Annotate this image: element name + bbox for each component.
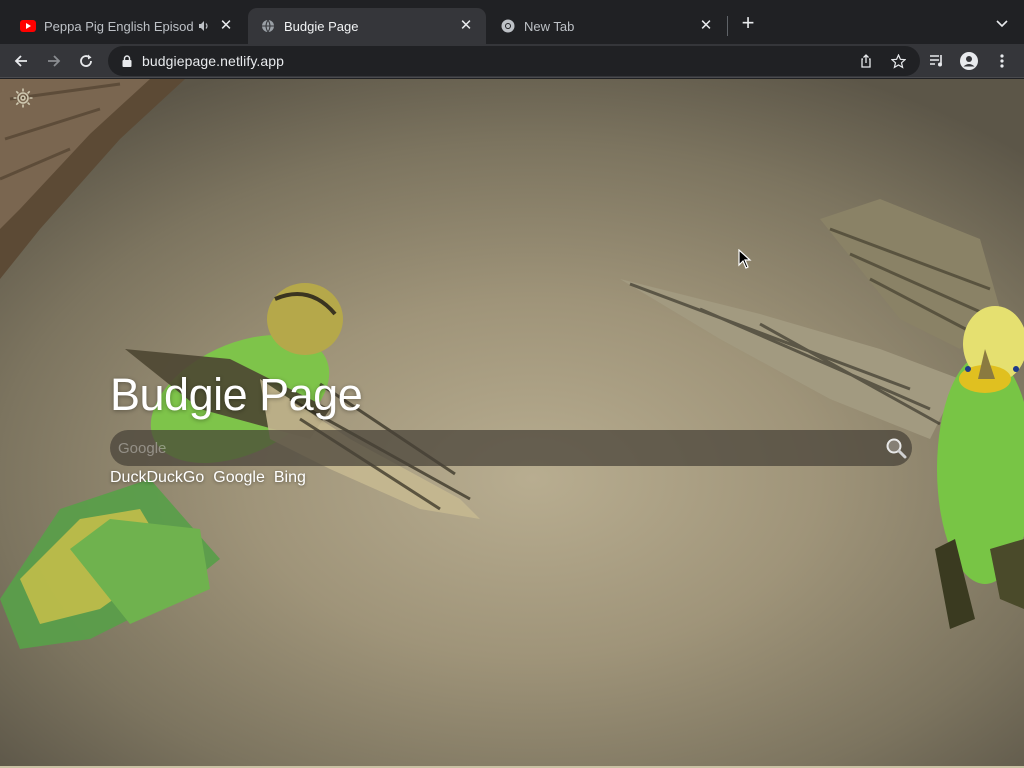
- url-text: budgiepage.netlify.app: [142, 53, 285, 69]
- tab-budgie-page[interactable]: Budgie Page ✕: [248, 8, 486, 44]
- lock-icon[interactable]: [120, 54, 134, 68]
- new-tab-button[interactable]: +: [736, 12, 760, 36]
- share-icon[interactable]: [854, 49, 878, 73]
- arrow-left-icon: [14, 55, 27, 67]
- tab-title: New Tab: [524, 18, 575, 34]
- tab-new-tab[interactable]: New Tab ✕: [488, 8, 726, 44]
- address-bar[interactable]: budgiepage.netlify.app: [108, 46, 920, 76]
- tab-peppa-pig[interactable]: Peppa Pig English Episodes ✕: [8, 8, 246, 44]
- search-box: [110, 430, 912, 466]
- back-button[interactable]: [9, 49, 33, 73]
- reload-button[interactable]: [74, 49, 98, 73]
- close-tab-icon[interactable]: ✕: [458, 18, 474, 34]
- tab-title: Peppa Pig English Episodes: [44, 18, 194, 34]
- tab-strip: Peppa Pig English Episodes ✕ Budgie Page…: [0, 0, 1024, 44]
- budgie-background-image: [0, 79, 1024, 649]
- globe-icon: [260, 18, 276, 34]
- page-viewport: Budgie Page DuckDuckGo Google Bing: [0, 79, 1024, 768]
- engine-link-bing[interactable]: Bing: [274, 469, 306, 487]
- chrome-icon: [500, 18, 516, 34]
- search-input[interactable]: [118, 430, 878, 466]
- tab-title: Budgie Page: [284, 18, 359, 34]
- youtube-icon: [20, 18, 36, 34]
- search-engine-links: DuckDuckGo Google Bing: [110, 469, 306, 487]
- search-icon[interactable]: [884, 436, 908, 460]
- tab-search-chevron-icon[interactable]: [992, 14, 1012, 34]
- settings-gear-icon[interactable]: [12, 87, 34, 109]
- tab-divider: [727, 16, 728, 36]
- forward-button[interactable]: [42, 49, 66, 73]
- speaker-icon[interactable]: [198, 18, 212, 34]
- arrow-right-icon: [48, 55, 61, 67]
- engine-link-google[interactable]: Google: [213, 469, 265, 487]
- close-tab-icon[interactable]: ✕: [698, 18, 714, 34]
- reload-icon: [80, 54, 92, 67]
- browser-toolbar: budgiepage.netlify.app: [0, 44, 1024, 78]
- close-tab-icon[interactable]: ✕: [218, 18, 234, 34]
- profile-avatar-icon[interactable]: [957, 49, 981, 73]
- mouse-cursor-icon: [738, 249, 752, 269]
- bookmark-star-icon[interactable]: [886, 49, 910, 73]
- menu-kebab-icon[interactable]: [990, 49, 1014, 73]
- page-title: Budgie Page: [110, 369, 363, 420]
- media-control-icon[interactable]: [925, 49, 949, 73]
- engine-link-duckduckgo[interactable]: DuckDuckGo: [110, 469, 204, 487]
